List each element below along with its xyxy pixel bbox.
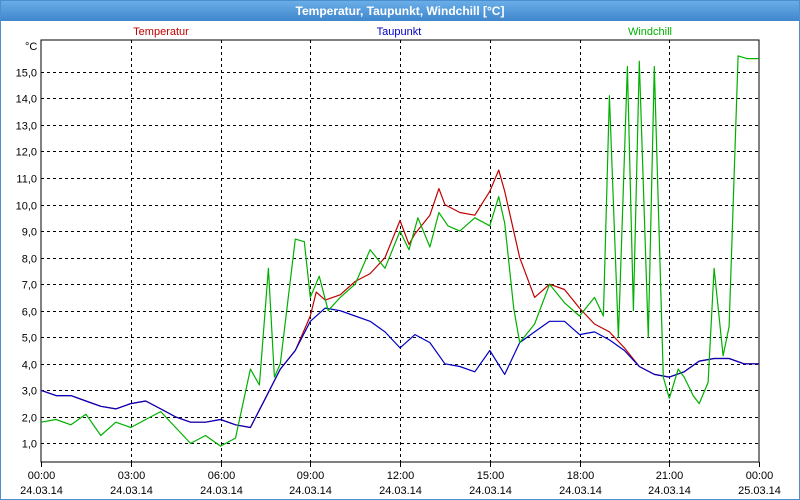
y-tick-label: 15,0 <box>16 68 37 80</box>
x-tick-date-label: 25.03.14 <box>738 485 781 497</box>
y-tick-label: 9,0 <box>22 227 37 239</box>
grid-layer <box>40 39 760 463</box>
y-tick-label: 10,0 <box>16 201 37 213</box>
x-tick-time-label: 09:00 <box>297 470 325 482</box>
y-tick-label: 11,0 <box>16 174 37 186</box>
y-tick-label: 12,0 <box>16 147 37 159</box>
x-tick-time-label: 00:00 <box>746 470 774 482</box>
x-tick-time-label: 12:00 <box>387 470 415 482</box>
x-tick-date-label: 24.03.14 <box>289 485 332 497</box>
x-tick-date-label: 24.03.14 <box>648 485 691 497</box>
y-tick-label: 14,0 <box>16 94 37 106</box>
y-tick-label: 1,0 <box>22 439 37 451</box>
y-axis-unit-label: °C <box>25 41 37 53</box>
y-tick-label: 4,0 <box>22 360 37 372</box>
y-tick-label: 13,0 <box>16 121 37 133</box>
x-tick-time-label: 21:00 <box>656 470 684 482</box>
y-tick-label: 6,0 <box>22 307 37 319</box>
y-tick-label: 8,0 <box>22 254 37 266</box>
x-tick-date-label: 24.03.14 <box>20 485 63 497</box>
y-tick-label: 7,0 <box>22 280 37 292</box>
x-tick-date-label: 24.03.14 <box>200 485 243 497</box>
x-tick-date-label: 24.03.14 <box>469 485 512 497</box>
y-tick-label: 3,0 <box>22 386 37 398</box>
x-tick-date-label: 24.03.14 <box>379 485 422 497</box>
legend-item-taupunkt: Taupunkt <box>377 26 422 38</box>
x-tick-date-label: 24.03.14 <box>110 485 153 497</box>
legend-item-temperatur: Temperatur <box>133 26 189 38</box>
x-tick-date-label: 24.03.14 <box>559 485 602 497</box>
x-tick-time-label: 00:00 <box>28 470 56 482</box>
legend: Temperatur Taupunkt Windchill <box>133 26 672 38</box>
x-tick-time-label: 18:00 <box>567 470 595 482</box>
x-tick-time-label: 06:00 <box>208 470 236 482</box>
legend-item-windchill: Windchill <box>628 26 672 38</box>
x-tick-time-label: 03:00 <box>118 470 146 482</box>
y-tick-label: 2,0 <box>22 413 37 425</box>
chart-canvas: 1,0 2,0 3,0 4,0 5,0 6,0 7,0 8,0 9,0 10,0 11,0 12,0 1… <box>16 26 781 497</box>
y-tick-label: 5,0 <box>22 333 37 345</box>
x-tick-time-label: 15:00 <box>477 470 505 482</box>
